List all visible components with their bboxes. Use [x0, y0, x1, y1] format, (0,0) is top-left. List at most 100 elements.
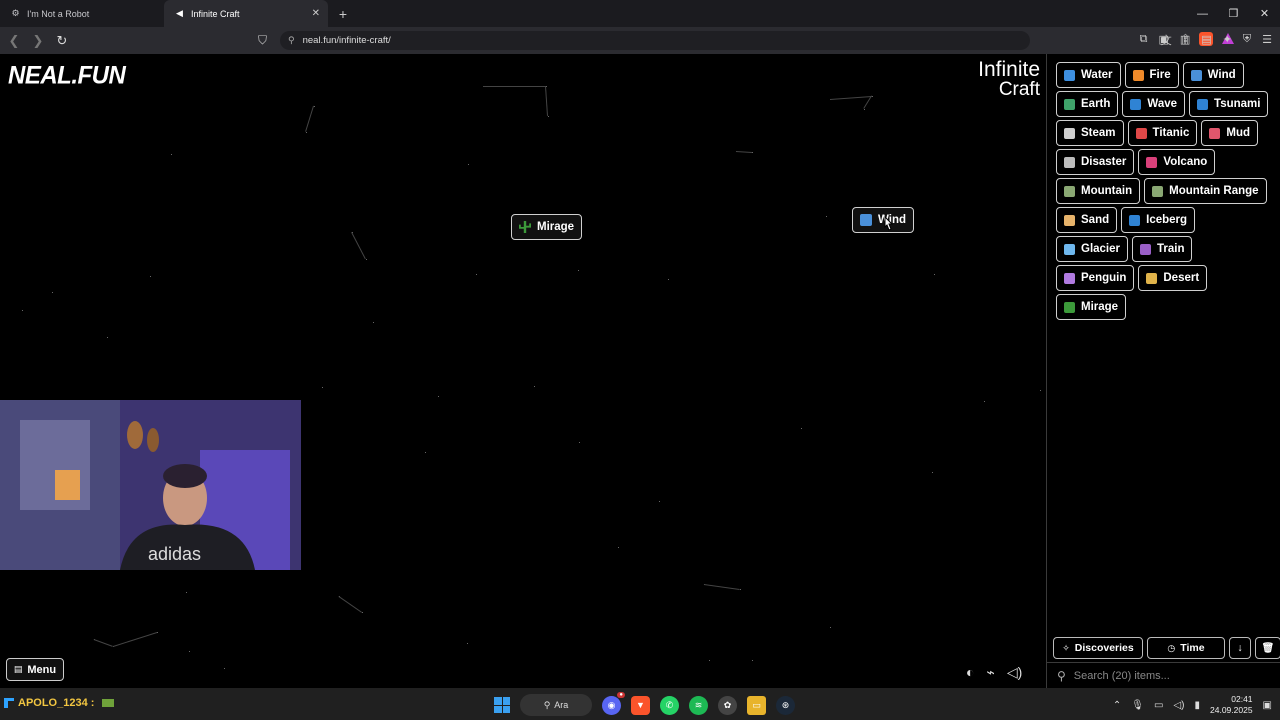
item-search-box[interactable]: ⚲ Search (20) items...: [1047, 662, 1280, 688]
clear-broom-icon[interactable]: ⌁: [986, 664, 994, 681]
star-dot: [468, 164, 469, 165]
network-icon[interactable]: ▭: [1154, 700, 1163, 711]
star-dot: [578, 270, 579, 271]
item-desert[interactable]: Desert: [1138, 265, 1208, 291]
star-dot: [52, 292, 53, 293]
title-line-2: Craft: [998, 79, 1040, 100]
windows-start-icon[interactable]: [494, 697, 510, 713]
tab-label: Infinite Craft: [191, 8, 240, 19]
whatsapp-icon[interactable]: ✆: [660, 695, 679, 715]
sidebar-toggle-icon[interactable]: ▥: [1180, 33, 1190, 46]
app-icon[interactable]: ✿: [718, 695, 737, 715]
item-earth[interactable]: Earth: [1056, 91, 1119, 117]
vpn-icon[interactable]: ⛨: [1243, 33, 1251, 46]
file-explorer-icon[interactable]: ▭: [747, 695, 766, 715]
star-dot: [314, 106, 315, 107]
brave-icon[interactable]: ▼: [631, 695, 650, 715]
dark-mode-icon[interactable]: ◐: [966, 664, 974, 681]
star-dot: [618, 547, 619, 548]
item-wave[interactable]: Wave: [1122, 91, 1186, 117]
item-label: Penguin: [1081, 272, 1127, 284]
constellation-line: [545, 86, 548, 117]
item-disaster[interactable]: Disaster: [1056, 149, 1135, 175]
reload-button[interactable]: ↻: [52, 33, 72, 49]
item-wind[interactable]: Wind: [1182, 62, 1244, 88]
spotify-icon[interactable]: ≋: [689, 695, 708, 715]
item-label: Sand: [1081, 214, 1110, 226]
nealfun-logo[interactable]: NEAL.FUN: [8, 61, 126, 90]
star-dot: [1040, 390, 1041, 391]
item-train[interactable]: Train: [1132, 236, 1193, 262]
taskbar-search[interactable]: ⚲ Ara: [520, 694, 592, 716]
tray-chevron-icon[interactable]: ⌃: [1113, 700, 1121, 711]
close-window-button[interactable]: ✕: [1249, 0, 1280, 27]
wallet-icon[interactable]: ▤: [1201, 33, 1211, 46]
media-icon[interactable]: ▣: [1158, 33, 1168, 46]
battery-icon[interactable]: ▮: [1194, 700, 1200, 711]
wind-icon: [1190, 69, 1202, 81]
leo-ai-icon[interactable]: ✦: [1223, 33, 1232, 46]
microphone-icon[interactable]: 🎙: [1131, 700, 1144, 711]
item-titanic[interactable]: Titanic: [1127, 120, 1198, 146]
item-mud[interactable]: Mud: [1201, 120, 1259, 146]
notification-icon[interactable]: ▣: [1263, 700, 1272, 711]
star-dot: [659, 501, 660, 502]
bookmark-icon[interactable]: ⛉: [258, 33, 267, 48]
volume-icon[interactable]: ◁): [1173, 700, 1184, 711]
site-info-icon[interactable]: ⚲: [288, 35, 295, 46]
item-sand[interactable]: Sand: [1056, 207, 1118, 233]
star-dot: [668, 279, 669, 280]
url-text: neal.fun/infinite-craft/: [302, 35, 391, 46]
penguin-icon: [1064, 272, 1075, 284]
item-penguin[interactable]: Penguin: [1056, 265, 1135, 291]
star-dot: [864, 109, 865, 110]
close-tab-icon[interactable]: ✕: [312, 8, 320, 19]
forward-button[interactable]: ❯: [28, 33, 48, 49]
tab-infinite-craft[interactable]: ◀ Infinite Craft ✕: [164, 0, 328, 27]
item-label: Titanic: [1152, 127, 1190, 139]
sound-icon[interactable]: ◁): [1007, 664, 1022, 681]
discord-icon[interactable]: ◉ ●: [602, 691, 625, 715]
item-mountain[interactable]: Mountain: [1056, 178, 1141, 204]
tab-im-not-a-robot[interactable]: ⚙ I'm Not a Robot: [0, 0, 164, 27]
search-placeholder[interactable]: Search (20) items...: [1074, 670, 1170, 682]
back-button[interactable]: ❮: [4, 33, 24, 49]
globe-icon: [1064, 98, 1075, 110]
item-fire[interactable]: Fire: [1124, 62, 1179, 88]
maximize-button[interactable]: ❐: [1218, 0, 1249, 27]
item-volcano[interactable]: Volcano: [1138, 149, 1216, 175]
item-water[interactable]: Water: [1056, 62, 1121, 88]
browser-menu-icon[interactable]: ☰: [1262, 33, 1272, 46]
item-label: Mud: [1226, 127, 1251, 139]
sort-time-button[interactable]: ◷ Time: [1147, 637, 1225, 659]
menu-button[interactable]: ▤ Menu: [6, 658, 64, 681]
steam-icon: [1064, 127, 1075, 139]
star-dot: [830, 627, 831, 628]
desert-icon: [1146, 272, 1158, 284]
username-text: APOLO_1234 :: [18, 697, 95, 709]
item-label: Train: [1157, 243, 1185, 255]
extensions-icon[interactable]: ⧉: [1140, 33, 1148, 46]
discoveries-button[interactable]: ✧ Discoveries: [1053, 637, 1143, 659]
screen: ⚙ I'm Not a Robot ◀ Infinite Craft ✕ + —…: [0, 0, 1280, 720]
items-sidebar: Water Fire Wind Earth Wave Tsunami Steam Titani…: [1046, 54, 1280, 688]
steam-icon[interactable]: ⊛: [776, 695, 795, 715]
canvas-element-mirage[interactable]: Mirage: [511, 214, 583, 240]
constellation-line: [830, 96, 873, 100]
item-tsunami[interactable]: Tsunami: [1189, 91, 1269, 117]
new-tab-button[interactable]: +: [332, 6, 354, 22]
item-iceberg[interactable]: Iceberg: [1121, 207, 1196, 233]
taskbar-clock[interactable]: 02:41 24.09.2025: [1210, 694, 1253, 716]
item-glacier[interactable]: Glacier: [1056, 236, 1128, 262]
item-label: Tsunami: [1214, 98, 1261, 110]
item-mirage[interactable]: Mirage: [1056, 294, 1127, 320]
browser-toolbar: ❮ ❯ ↻ ⛉ ⚲ neal.fun/infinite-craft/ 文 ⇪ ⧉…: [0, 27, 1280, 54]
minimize-button[interactable]: —: [1187, 0, 1218, 27]
delete-button[interactable]: 🗑: [1255, 637, 1280, 659]
address-bar[interactable]: ⚲ neal.fun/infinite-craft/: [280, 31, 1030, 50]
item-steam[interactable]: Steam: [1056, 120, 1124, 146]
sort-direction-button[interactable]: ↓: [1229, 637, 1251, 659]
snowflake-icon: [1064, 243, 1075, 255]
star-dot: [322, 387, 323, 388]
item-mountain-range[interactable]: Mountain Range: [1144, 178, 1267, 204]
